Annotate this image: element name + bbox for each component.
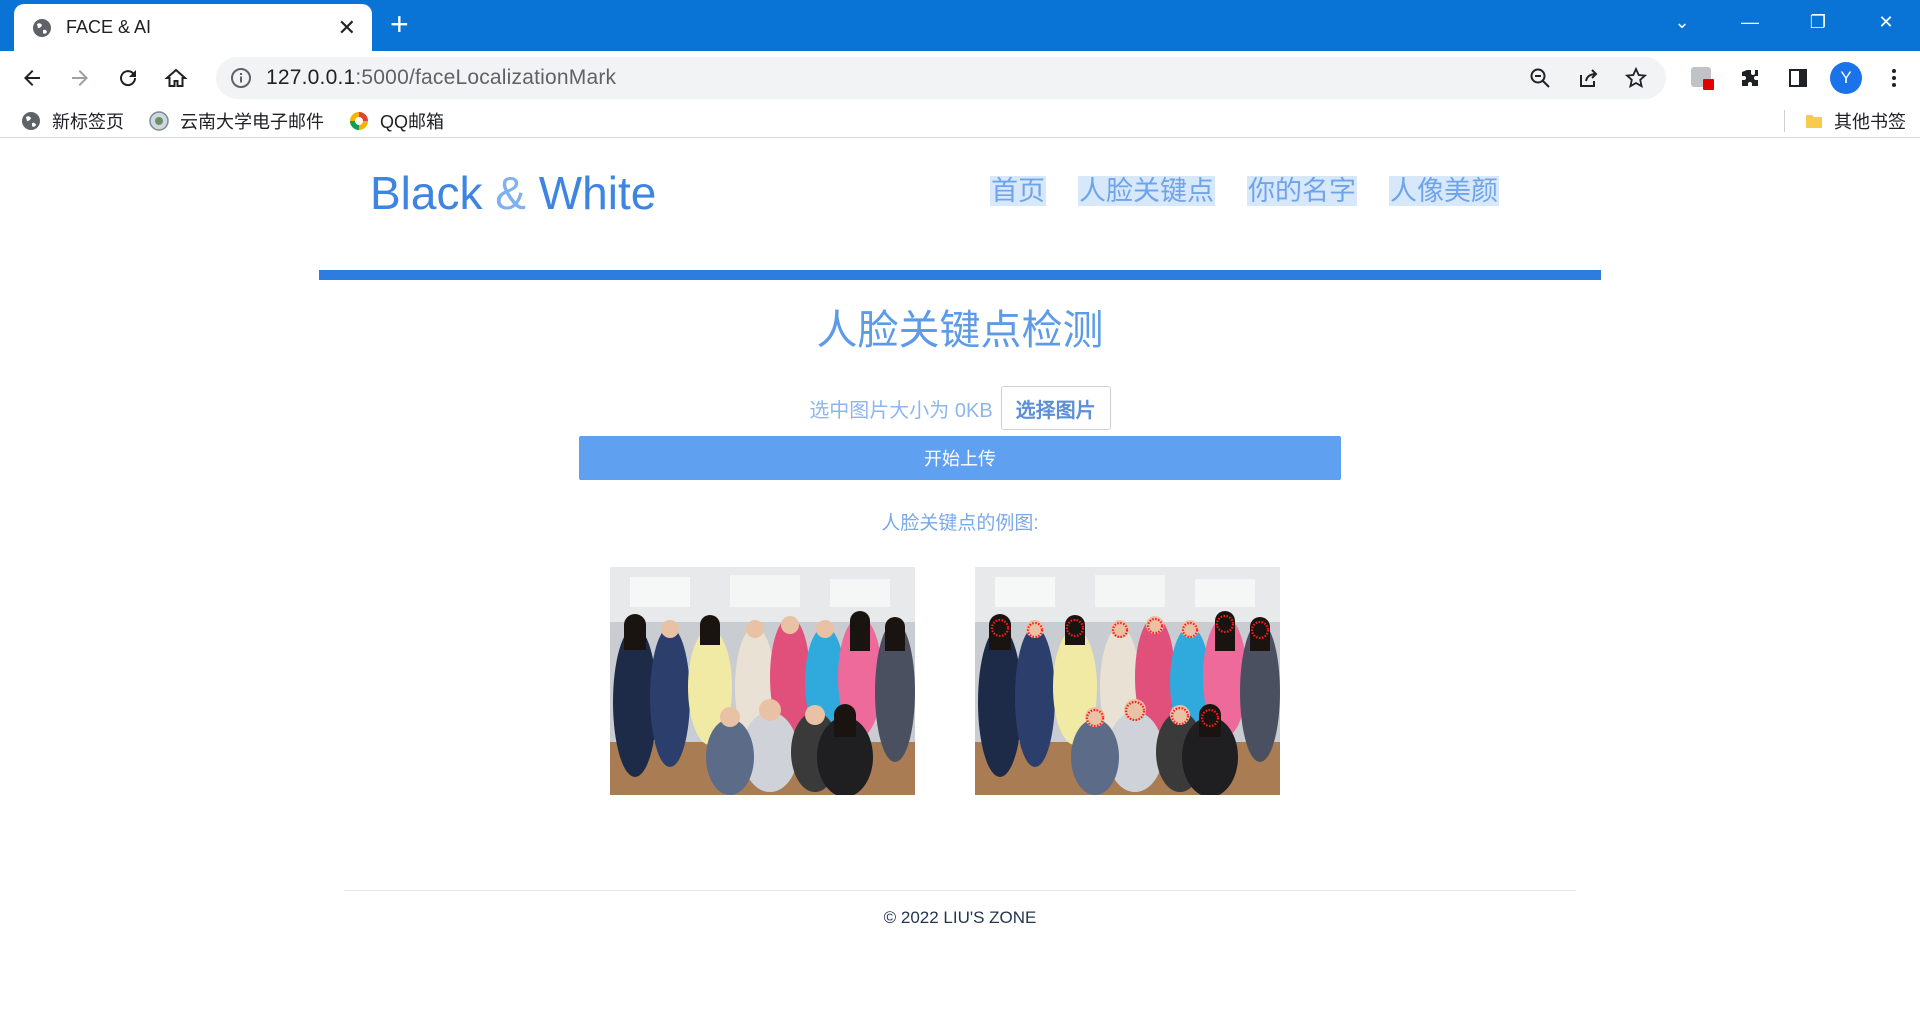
header-divider xyxy=(319,270,1601,280)
omnibox-actions xyxy=(1516,57,1660,99)
star-icon[interactable] xyxy=(1612,57,1660,99)
browser-tab[interactable]: FACE & AI ✕ xyxy=(14,4,372,51)
bookmarks-bar: 新标签页 云南大学电子邮件 QQ邮箱 其他书签 xyxy=(0,104,1920,138)
example-label: 人脸关键点的例图: xyxy=(881,513,1039,534)
close-icon[interactable]: ✕ xyxy=(338,16,356,39)
footer-divider xyxy=(344,890,1576,891)
reload-icon[interactable] xyxy=(104,56,152,100)
footer-copyright: © 2022 LIU'S ZONE xyxy=(883,908,1037,927)
other-bookmarks[interactable]: 其他书签 xyxy=(1804,104,1906,137)
example-image-landmarks xyxy=(975,567,1280,795)
upload-button[interactable]: 开始上传 xyxy=(579,436,1341,480)
window-controls: ⌄ — ❐ ✕ xyxy=(1648,0,1920,44)
info-icon[interactable] xyxy=(230,67,252,89)
seal-icon xyxy=(149,110,169,131)
bookmark-new-tab[interactable]: 新标签页 xyxy=(20,108,124,134)
nav-home[interactable]: 首页 xyxy=(990,176,1046,206)
forward-icon[interactable] xyxy=(56,56,104,100)
bookmark-separator xyxy=(1784,110,1785,132)
menu-icon[interactable] xyxy=(1870,56,1918,100)
tab-strip: FACE & AI ✕ + ⌄ — ❐ ✕ xyxy=(0,0,1920,51)
tab-title: FACE & AI xyxy=(66,17,152,37)
minimize-button[interactable]: — xyxy=(1716,0,1784,44)
page-title: 人脸关键点检测 xyxy=(816,307,1104,353)
file-size-text: 选中图片大小为 0KB xyxy=(809,399,993,422)
browser-toolbar: 127.0.0.1:5000/faceLocalizationMark Y xyxy=(0,51,1920,104)
extension-icon[interactable] xyxy=(1678,56,1726,100)
restore-button[interactable]: ❐ xyxy=(1784,0,1852,44)
globe-icon xyxy=(22,111,40,130)
tab-search-icon[interactable]: ⌄ xyxy=(1648,0,1716,44)
example-image-original xyxy=(610,567,915,795)
qq-mail-icon xyxy=(350,111,368,130)
home-icon[interactable] xyxy=(152,56,200,100)
share-icon[interactable] xyxy=(1564,57,1612,99)
page-content: Black & White 首页 人脸关键点 你的名字 人像美颜 人脸关键点检测… xyxy=(0,138,1920,1001)
toolbar-actions: Y xyxy=(1678,56,1918,100)
site-nav: 首页 人脸关键点 你的名字 人像美颜 xyxy=(990,176,1531,206)
globe-icon xyxy=(33,18,51,37)
sidepanel-icon[interactable] xyxy=(1774,56,1822,100)
address-bar[interactable]: 127.0.0.1:5000/faceLocalizationMark xyxy=(216,56,1666,99)
folder-icon xyxy=(1806,114,1822,128)
bookmark-ynu-mail[interactable]: 云南大学电子邮件 xyxy=(148,108,324,134)
plus-icon[interactable]: + xyxy=(390,8,409,40)
back-icon[interactable] xyxy=(8,56,56,100)
nav-your-name[interactable]: 你的名字 xyxy=(1247,176,1357,206)
nav-portrait-beauty[interactable]: 人像美颜 xyxy=(1389,176,1499,206)
bookmark-qq-mail[interactable]: QQ邮箱 xyxy=(348,108,444,134)
file-picker-row: 选中图片大小为 0KB 选择图片 xyxy=(0,386,1920,430)
zoom-out-icon[interactable] xyxy=(1516,57,1564,99)
nav-face-landmarks[interactable]: 人脸关键点 xyxy=(1078,176,1215,206)
avatar[interactable]: Y xyxy=(1830,61,1862,94)
url-text[interactable]: 127.0.0.1:5000/faceLocalizationMark xyxy=(266,66,616,90)
site-logo[interactable]: Black & White xyxy=(370,166,656,220)
choose-image-button[interactable]: 选择图片 xyxy=(1000,386,1111,430)
close-window-button[interactable]: ✕ xyxy=(1852,0,1920,44)
puzzle-icon[interactable] xyxy=(1726,56,1774,100)
